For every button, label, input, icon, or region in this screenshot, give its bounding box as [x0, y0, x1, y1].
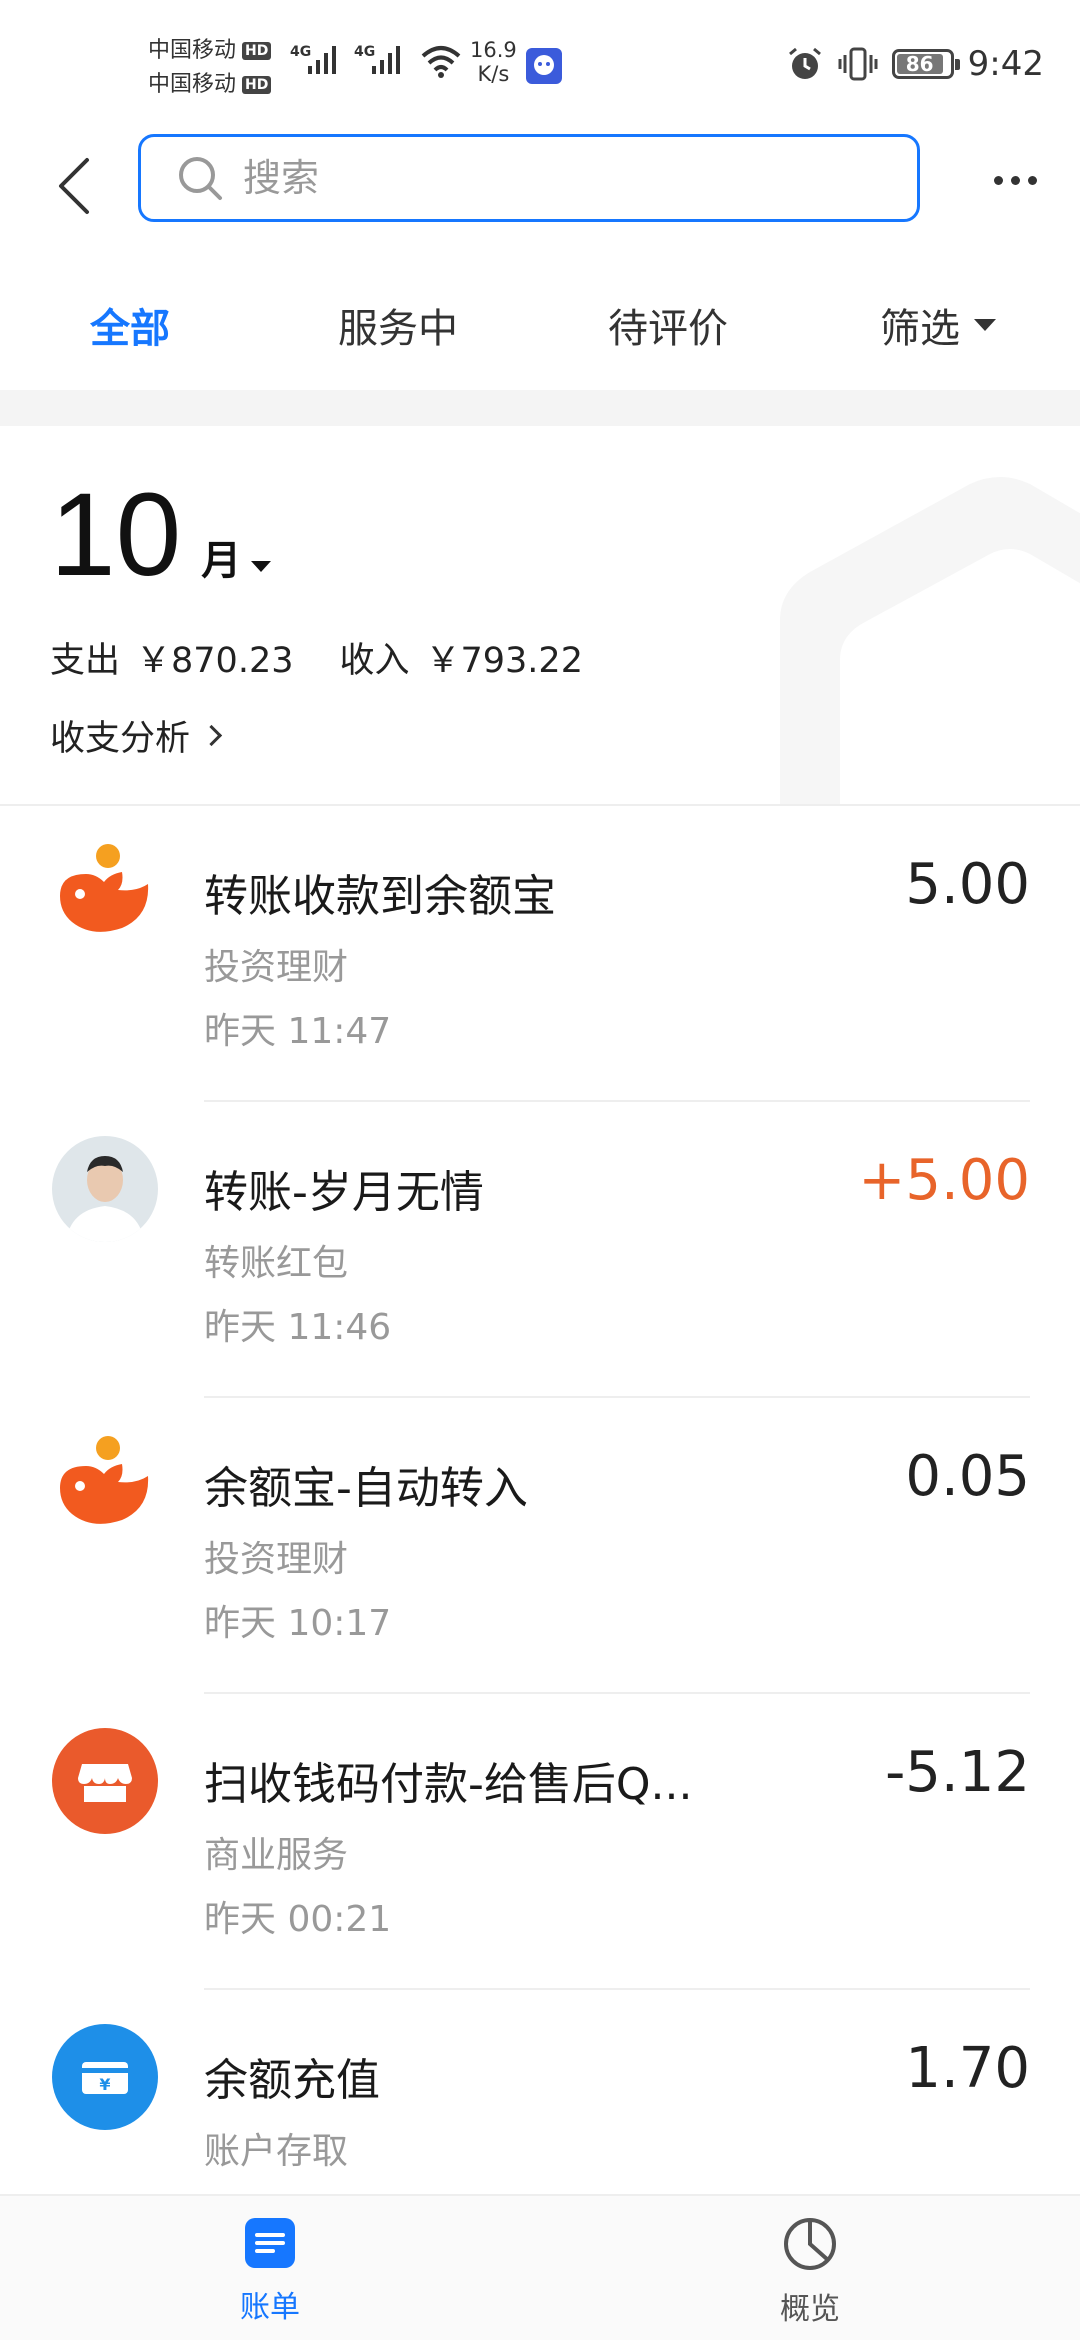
transaction-amount: +5.00 [858, 1148, 1030, 1213]
income-amount: ￥793.22 [425, 641, 583, 681]
transaction-category: 商业服务 [204, 1835, 349, 1876]
yuebao-icon [60, 1436, 149, 1524]
filter-tabs: 全部 服务中 待评价 筛选 [0, 270, 1080, 380]
status-bar: 中国移动 HD 中国移动 HD 4G 4G 16.9 K/s 86 9:42 [0, 0, 1080, 130]
income-total: 收入 ￥793.22 [339, 632, 582, 683]
carrier-1: 中国移动 [148, 38, 237, 63]
vibrate-icon [838, 47, 878, 81]
wifi-icon [421, 46, 461, 78]
expense-label: 支出 [50, 641, 121, 681]
yuebao-icon [60, 844, 149, 932]
store-icon [52, 1728, 158, 1834]
decorative-background-shape [780, 477, 1080, 804]
analysis-label: 收支分析 [50, 719, 191, 759]
expense-amount: ￥870.23 [136, 641, 294, 681]
more-options-button[interactable] [980, 150, 1050, 210]
chevron-right-icon [200, 724, 223, 747]
bottom-navigation: 账单 概览 [0, 2194, 1080, 2340]
tab-pending-review[interactable]: 待评价 [608, 296, 728, 354]
month-number: 10 [50, 469, 182, 601]
header [0, 130, 1080, 250]
nav-overview[interactable]: 概览 [730, 2216, 890, 2328]
month-selector[interactable]: 10 月 [50, 469, 272, 601]
bill-icon [245, 2218, 295, 2268]
transaction-title: 余额宝-自动转入 [204, 1463, 528, 1514]
search-input[interactable] [241, 155, 845, 201]
transaction-title: 余额充值 [204, 2055, 380, 2106]
month-summary: 10 月 支出 ￥870.23 收入 ￥793.22 收支分析 [0, 426, 1080, 804]
month-unit: 月 [201, 538, 242, 584]
transaction-time: 昨天 11:47 [204, 1011, 392, 1052]
back-arrow-icon [59, 158, 89, 214]
transaction-row[interactable]: 扫收钱码付款-给售后Q... 商业服务 昨天 00:21 -5.12 [0, 1694, 1080, 1990]
transaction-time: 昨天 11:46 [204, 1307, 392, 1348]
search-box[interactable] [138, 134, 920, 222]
pie-chart-icon [784, 2218, 836, 2270]
tab-in-service[interactable]: 服务中 [338, 296, 458, 354]
filter-label: 筛选 [880, 306, 960, 352]
expense-total: 支出 ￥870.23 [50, 632, 293, 683]
back-button[interactable] [40, 146, 110, 226]
tab-filter[interactable]: 筛选 [880, 296, 996, 354]
transaction-category: 转账红包 [204, 1243, 349, 1284]
search-icon [179, 157, 222, 200]
transaction-amount: 1.70 [905, 2036, 1030, 2101]
battery-icon: 86 [891, 49, 960, 79]
transaction-time: 昨天 10:17 [204, 1603, 392, 1644]
transaction-list: 转账收款到余额宝 投资理财 昨天 11:47 5.00 转账-岁月无情 转账红包… [0, 806, 1080, 2286]
carrier-2: 中国移动 [148, 72, 237, 97]
transaction-row[interactable]: 转账收款到余额宝 投资理财 昨天 11:47 5.00 [0, 806, 1080, 1102]
transaction-amount: -5.12 [885, 1740, 1030, 1805]
transaction-amount: 0.05 [905, 1444, 1030, 1509]
alarm-icon [788, 47, 821, 79]
month-dropdown-icon [251, 561, 272, 572]
more-dot-icon [993, 175, 1003, 185]
income-label: 收入 [339, 641, 410, 681]
status-right: 86 9:42 [786, 44, 1044, 84]
transaction-title: 转账-岁月无情 [204, 1167, 484, 1218]
month-totals: 支出 ￥870.23 收入 ￥793.22 [50, 632, 583, 683]
transaction-category: 账户存取 [204, 2131, 349, 2172]
user-avatar [52, 1136, 158, 1242]
transaction-row[interactable]: 余额宝-自动转入 投资理财 昨天 10:17 0.05 [0, 1398, 1080, 1694]
section-divider [0, 390, 1080, 426]
hd-badge-2: HD [242, 76, 272, 94]
hd-badge-1: HD [242, 42, 272, 60]
app-notification-icon [526, 48, 562, 84]
nav-overview-label: 概览 [780, 2292, 840, 2327]
tab-all[interactable]: 全部 [90, 296, 170, 354]
wallet-icon: ¥ [52, 2024, 158, 2130]
bill-list-screen: 中国移动 HD 中国移动 HD 4G 4G 16.9 K/s 86 9:42 搜… [0, 0, 1080, 2340]
transaction-category: 投资理财 [204, 947, 349, 988]
dropdown-arrow-icon [974, 319, 996, 331]
nav-bill-label: 账单 [240, 2290, 300, 2325]
clock: 9:42 [967, 44, 1044, 84]
transaction-title: 扫收钱码付款-给售后Q... [204, 1759, 693, 1810]
carrier-info: 中国移动 HD 中国移动 HD [148, 34, 272, 102]
network-speed: 16.9 K/s [470, 38, 517, 86]
analysis-link[interactable]: 收支分析 [50, 710, 223, 761]
transaction-row[interactable]: 转账-岁月无情 转账红包 昨天 11:46 +5.00 [0, 1102, 1080, 1398]
nav-bill[interactable]: 账单 [190, 2216, 350, 2326]
transaction-amount: 5.00 [905, 852, 1030, 917]
transaction-title: 转账收款到余额宝 [204, 871, 556, 922]
transaction-category: 投资理财 [204, 1539, 349, 1580]
svg-text:¥: ¥ [99, 2075, 110, 2094]
transaction-time: 昨天 00:21 [204, 1899, 392, 1940]
